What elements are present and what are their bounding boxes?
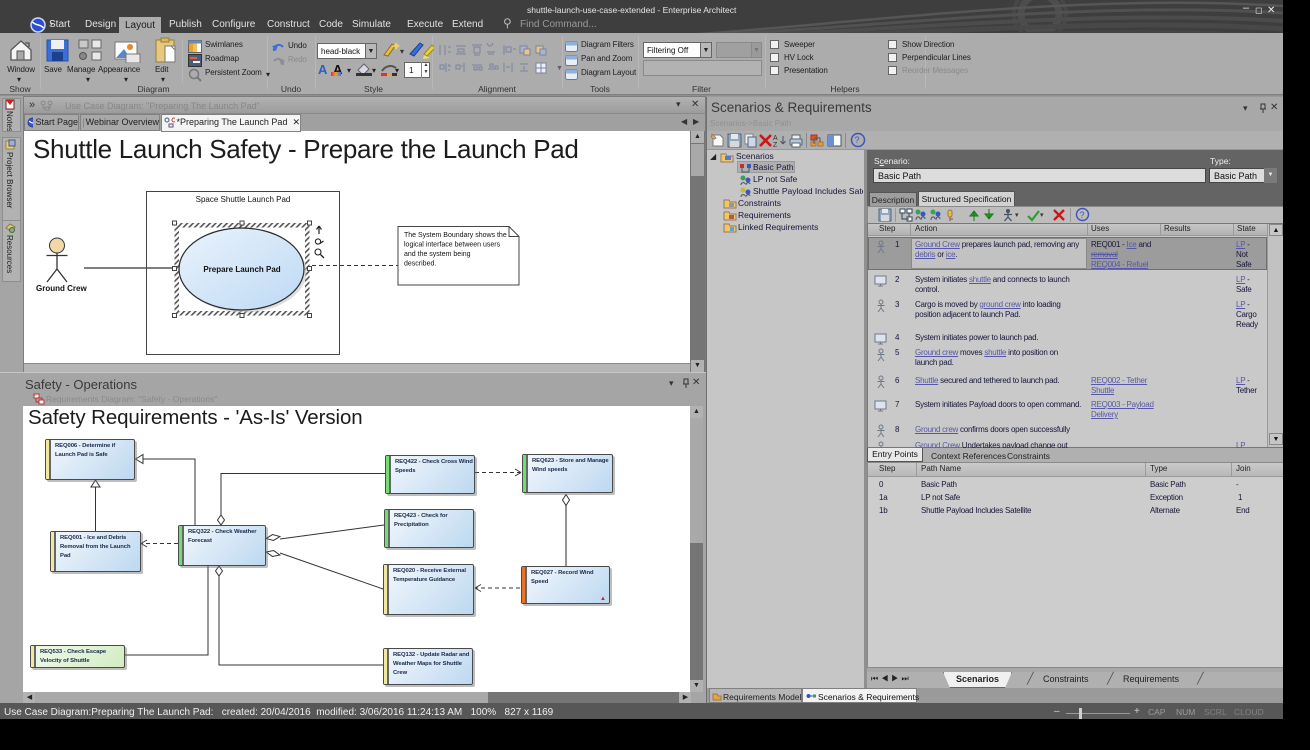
- svg-text:?: ?: [855, 135, 860, 145]
- svg-text:?: ?: [1080, 210, 1085, 220]
- svg-text:described.: described.: [404, 261, 436, 268]
- svg-text:Ground Crew: Ground Crew: [36, 284, 87, 293]
- svg-text:▾: ▾: [400, 47, 404, 56]
- svg-text:Z: Z: [773, 142, 778, 148]
- svg-text:The System Boundary shows the: The System Boundary shows the: [404, 232, 507, 239]
- svg-text:Prepare Launch Pad: Prepare Launch Pad: [203, 265, 280, 274]
- svg-text:A: A: [773, 135, 778, 142]
- svg-text:logical interface between user: logical interface between users: [404, 242, 501, 249]
- svg-text:Space Shuttle Launch Pad: Space Shuttle Launch Pad: [196, 195, 291, 204]
- svg-text:and the system being: and the system being: [404, 251, 471, 258]
